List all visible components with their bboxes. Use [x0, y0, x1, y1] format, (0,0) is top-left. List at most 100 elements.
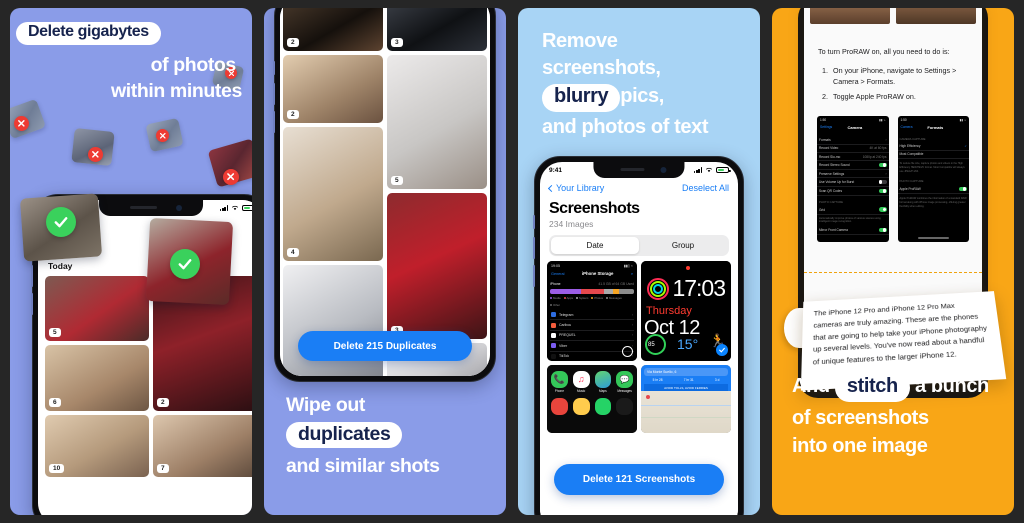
- map-pin-icon: [646, 395, 650, 399]
- toggle-switch[interactable]: [878, 227, 887, 233]
- settings-row[interactable]: Record Slo-mo 1080p at 240 fps: [817, 153, 889, 162]
- capacity-label: 41.5 GB of 64 GB Used: [598, 282, 634, 286]
- panel2-headline: Wipe out duplicates and similar shots: [286, 394, 440, 483]
- route-duration: 5 hr 28: [652, 378, 663, 382]
- toggle-switch[interactable]: [878, 179, 887, 185]
- row-label: Apple ProRAW: [899, 187, 921, 192]
- screenshot-formats-settings[interactable]: 1:50 ▮▮ ⌁ Camera Formats CAMERA CAPTURE …: [897, 115, 969, 242]
- stitched-article-sheet: To turn ProRAW on, all you need to do is…: [804, 8, 982, 302]
- photo-cell[interactable]: 3: [387, 193, 487, 339]
- headline-line-3-rest: pics,: [620, 85, 664, 108]
- app-label: Messages: [617, 388, 632, 393]
- settings-row[interactable]: Preserve Settings ›: [817, 170, 889, 179]
- battery-icon: [242, 204, 252, 212]
- row-label: Scan QR Codes: [819, 188, 843, 193]
- photo-cell[interactable]: 5: [387, 55, 487, 189]
- settings-row[interactable]: Most Compatible: [897, 151, 969, 159]
- screenshot-camera-settings[interactable]: 1:50 ▮▮ ⌁ Settings Camera Formats › Recor…: [817, 115, 889, 242]
- page-title: Screenshots: [549, 200, 640, 217]
- toggle-switch[interactable]: [878, 162, 887, 168]
- watch-time: 17:03: [672, 275, 726, 301]
- segment-group[interactable]: Group: [639, 237, 727, 254]
- photo-cell[interactable]: 7: [153, 415, 252, 477]
- photo-cell[interactable]: 3: [387, 8, 487, 51]
- toggle-switch[interactable]: [959, 186, 967, 192]
- photo-cell[interactable]: 5: [45, 276, 149, 341]
- deselect-all-button[interactable]: Deselect All: [682, 183, 729, 193]
- photo-cell[interactable]: 10: [45, 415, 149, 477]
- screenshot-home-screen[interactable]: 📞 Phone ♫ Music Maps 💬 Messages: [547, 365, 637, 433]
- photo-count-badge: 5: [49, 328, 61, 337]
- segment-date[interactable]: Date: [551, 237, 639, 254]
- settings-row[interactable]: Formats ›: [817, 137, 889, 145]
- panel-wipe-out-duplicates: 2 2 4 3 5 Delete 215 Duplicates Wipe out…: [264, 8, 506, 515]
- segmented-control[interactable]: Date Group: [549, 235, 729, 256]
- screenshot-maps-route[interactable]: Via Monte Suello, 6 5 hr 28 7 hr 31 3 d …: [641, 365, 731, 433]
- delete-x-icon: [14, 116, 29, 131]
- wifi-icon: [231, 205, 239, 211]
- settings-row[interactable]: Record Video 4K at 60 fps: [817, 145, 889, 153]
- wifi-icon: [705, 167, 713, 173]
- shot-status-time: 1:50: [900, 117, 907, 122]
- settings-row[interactable]: Use Volume Up for Burst: [817, 178, 889, 187]
- panel1-headline: Delete gigabytes of photos within minute…: [16, 22, 246, 103]
- settings-row[interactable]: High Efficiency ✓: [897, 143, 969, 151]
- photo-count-badge: 6: [49, 398, 61, 407]
- delete-duplicates-button[interactable]: Delete 215 Duplicates: [298, 331, 472, 361]
- headline-pill-delete-gigabytes: Delete gigabytes: [16, 22, 161, 45]
- app-name: TikTok: [559, 354, 569, 359]
- delete-screenshots-button[interactable]: Delete 121 Screenshots: [554, 464, 724, 495]
- settings-row[interactable]: Scan QR Codes: [817, 187, 889, 196]
- row-label: Record Video: [819, 146, 839, 151]
- panel-delete-gigabytes: Delete gigabytes of photos within minute…: [10, 8, 252, 515]
- select-circle-icon[interactable]: [622, 346, 633, 357]
- settings-row-proraw[interactable]: Apple ProRAW: [897, 185, 969, 195]
- photo-count-badge: 3: [391, 38, 403, 47]
- row-label: High Efficiency: [899, 144, 921, 149]
- phone-screen: 2 2 4 3 5: [280, 8, 490, 376]
- photo-count-badge: 7: [157, 464, 169, 473]
- photo-cell[interactable]: 2: [283, 8, 383, 51]
- settings-row[interactable]: Grid: [817, 206, 889, 215]
- phone-notch: [593, 162, 685, 178]
- article-photo: [896, 8, 976, 24]
- panel-stitch-screenshots: To turn ProRAW on, all you need to do is…: [772, 8, 1014, 515]
- toggle-switch[interactable]: [878, 188, 887, 194]
- phone-screen: 9:41 Your Library Deselect All Screensho…: [540, 162, 738, 515]
- settings-row[interactable]: Record Stereo Sound: [817, 161, 889, 170]
- app-row[interactable]: Telegram ›: [550, 310, 634, 321]
- generic-app-icon: [616, 397, 633, 415]
- photo-count-badge: 2: [157, 398, 169, 407]
- check-badge-icon: [716, 344, 728, 356]
- back-button[interactable]: Your Library: [547, 183, 604, 193]
- photo-count-badge: 4: [287, 248, 299, 257]
- map-canvas[interactable]: [641, 391, 731, 433]
- storage-bar: [550, 289, 634, 294]
- shot-back: General: [551, 271, 565, 276]
- destination-field[interactable]: Via Monte Suello, 6: [644, 368, 728, 376]
- panel-remove-screenshots: Remove screenshots, blurry pics, and phot…: [518, 8, 760, 515]
- screenshot-grid: 19:05 ▮▮▯ ⌁ General iPhone Storage ⌕ iPh…: [540, 256, 738, 438]
- cut-line-divider: [804, 272, 982, 273]
- photo-cell[interactable]: 2: [283, 55, 383, 123]
- settings-row[interactable]: Mirror Front Camera: [817, 226, 889, 235]
- section-header-2: PHOTO CAPTURE: [899, 179, 924, 184]
- headline-line-2: of screenshots: [792, 406, 929, 429]
- shot-title: Camera: [847, 124, 863, 130]
- photo-grid: 5 2 6 10 7: [38, 276, 252, 477]
- youtube-app-icon: [551, 397, 568, 415]
- headline-pill-stitch: stitch: [834, 374, 910, 402]
- app-row[interactable]: Caribou ›: [550, 320, 634, 331]
- screenshot-iphone-storage[interactable]: 19:05 ▮▮▯ ⌁ General iPhone Storage ⌕ iPh…: [547, 261, 637, 361]
- toggle-switch[interactable]: [878, 207, 887, 212]
- photo-cell[interactable]: 4: [283, 127, 383, 261]
- checkmark-icon: ✓: [964, 144, 967, 149]
- article-step: On your iPhone, navigate to Settings > C…: [830, 65, 968, 88]
- row-label: Grid: [819, 207, 826, 212]
- row-label: Mirror Front Camera: [819, 227, 848, 232]
- app-row[interactable]: PREQUEL ›: [550, 331, 634, 342]
- section-header: CAMERA CAPTURE: [899, 136, 926, 141]
- chevron-left-icon: [547, 184, 556, 192]
- screenshot-watch-face[interactable]: 17:03 Thursday Oct 12 85 15° 🏃: [641, 261, 731, 361]
- photo-cell[interactable]: 6: [45, 345, 149, 411]
